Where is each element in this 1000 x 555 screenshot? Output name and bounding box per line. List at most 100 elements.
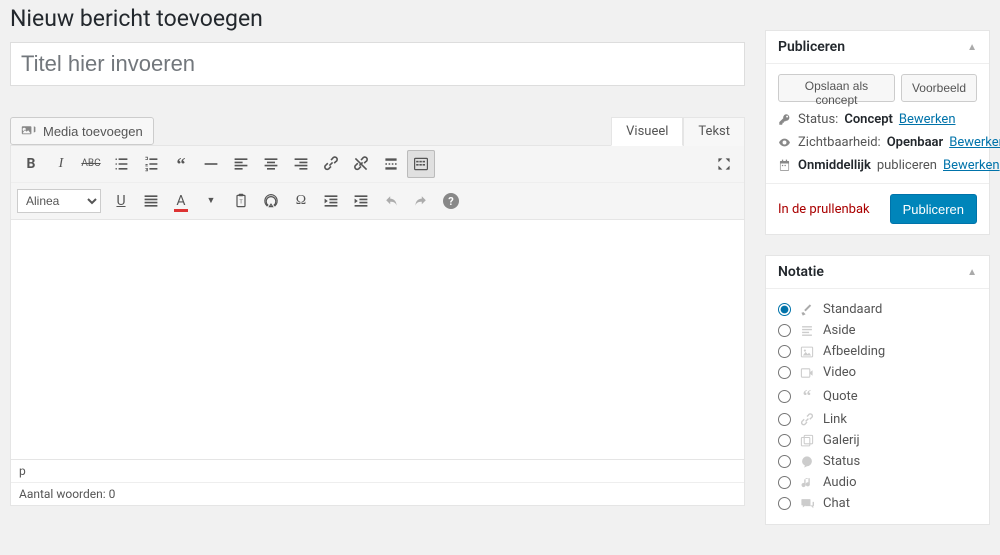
format-box-toggle[interactable]: Notatie ▲ <box>766 256 989 289</box>
edit-status-link[interactable]: Bewerken <box>899 112 956 127</box>
tab-visual[interactable]: Visueel <box>611 117 683 146</box>
format-radio-aside[interactable] <box>778 324 791 337</box>
format-option-image[interactable]: Afbeelding <box>778 341 977 362</box>
standard-icon <box>799 303 815 317</box>
format-radio-image[interactable] <box>778 345 791 358</box>
format-radio-gallery[interactable] <box>778 434 791 447</box>
format-radio-chat[interactable] <box>778 497 791 510</box>
key-icon <box>778 113 792 126</box>
schedule-rest: publiceren <box>877 158 937 173</box>
text-color-dropdown[interactable]: ▼ <box>197 187 225 215</box>
edit-schedule-link[interactable]: Bewerken <box>943 158 1000 173</box>
tab-text[interactable]: Tekst <box>683 117 745 146</box>
underline-button[interactable]: U <box>107 187 135 215</box>
element-path: p <box>11 460 744 483</box>
align-justify-button[interactable] <box>137 187 165 215</box>
format-box-title: Notatie <box>778 264 824 280</box>
publish-button[interactable]: Publiceren <box>890 194 977 224</box>
format-label: Video <box>823 365 856 380</box>
publish-box-title: Publiceren <box>778 39 845 55</box>
strikethrough-button[interactable]: ABC <box>77 150 105 178</box>
read-more-button[interactable] <box>377 150 405 178</box>
format-label: Audio <box>823 475 856 490</box>
move-to-trash-link[interactable]: In de prullenbak <box>778 202 870 217</box>
save-draft-button[interactable]: Opslaan als concept <box>778 74 895 102</box>
quote-icon: “ <box>799 386 815 406</box>
add-media-button[interactable]: Media toevoegen <box>10 117 154 145</box>
toolbar-toggle-button[interactable] <box>407 150 435 178</box>
status-value: Concept <box>844 112 893 127</box>
blockquote-button[interactable]: “ <box>167 150 195 178</box>
format-radio-link[interactable] <box>778 413 791 426</box>
post-title-input[interactable] <box>10 42 745 86</box>
camera-music-icon <box>21 123 37 139</box>
align-center-button[interactable] <box>257 150 285 178</box>
audio-icon <box>799 476 815 490</box>
format-label: Galerij <box>823 433 860 448</box>
numbered-list-button[interactable] <box>137 150 165 178</box>
page-title: Nieuw bericht toevoegen <box>10 0 745 42</box>
format-radio-standard[interactable] <box>778 303 791 316</box>
format-option-quote[interactable]: “ Quote <box>778 383 977 409</box>
publish-box: Publiceren ▲ Opslaan als concept Voorbee… <box>765 30 990 235</box>
help-button[interactable]: ? <box>437 187 465 215</box>
editor-content-area[interactable] <box>10 220 745 460</box>
image-icon <box>799 345 815 359</box>
hr-button[interactable] <box>197 150 225 178</box>
clear-formatting-button[interactable] <box>257 187 285 215</box>
add-media-label: Media toevoegen <box>43 124 143 139</box>
format-box: Notatie ▲ Standaard Aside Afbeelding Video “… <box>765 255 990 525</box>
aside-icon <box>799 324 815 338</box>
format-option-chat[interactable]: Chat <box>778 493 977 514</box>
svg-text:T: T <box>239 199 243 205</box>
format-option-aside[interactable]: Aside <box>778 320 977 341</box>
edit-visibility-link[interactable]: Bewerken <box>949 135 1000 150</box>
format-option-gallery[interactable]: Galerij <box>778 430 977 451</box>
triangle-up-icon: ▲ <box>967 267 977 278</box>
special-char-button[interactable]: Ω <box>287 187 315 215</box>
paragraph-format-select[interactable]: Alinea <box>17 189 101 213</box>
undo-button[interactable] <box>377 187 405 215</box>
unlink-button[interactable] <box>347 150 375 178</box>
text-color-button[interactable]: A <box>167 187 195 215</box>
format-option-status[interactable]: Status <box>778 451 977 472</box>
bold-button[interactable]: B <box>17 150 45 178</box>
redo-button[interactable] <box>407 187 435 215</box>
publish-box-toggle[interactable]: Publiceren ▲ <box>766 31 989 64</box>
format-label: Afbeelding <box>823 344 885 359</box>
link-icon <box>799 413 815 427</box>
format-option-audio[interactable]: Audio <box>778 472 977 493</box>
format-radio-status[interactable] <box>778 455 791 468</box>
status-icon <box>799 455 815 469</box>
fullscreen-button[interactable] <box>710 150 738 178</box>
bullet-list-button[interactable] <box>107 150 135 178</box>
word-count: Aantal woorden: 0 <box>11 483 744 505</box>
chat-icon <box>799 497 815 511</box>
format-option-video[interactable]: Video <box>778 362 977 383</box>
visibility-label: Zichtbaarheid: <box>798 135 881 150</box>
preview-button[interactable]: Voorbeeld <box>901 74 977 102</box>
format-option-link[interactable]: Link <box>778 409 977 430</box>
paste-text-button[interactable]: T <box>227 187 255 215</box>
format-option-standard[interactable]: Standaard <box>778 299 977 320</box>
video-icon <box>799 366 815 380</box>
eye-icon <box>778 136 792 149</box>
format-label: Status <box>823 454 860 469</box>
format-radio-quote[interactable] <box>778 390 791 403</box>
format-label: Quote <box>823 389 858 404</box>
outdent-button[interactable] <box>317 187 345 215</box>
link-button[interactable] <box>317 150 345 178</box>
schedule-immediate: Onmiddellijk <box>798 158 871 173</box>
triangle-up-icon: ▲ <box>967 42 977 53</box>
indent-button[interactable] <box>347 187 375 215</box>
format-radio-audio[interactable] <box>778 476 791 489</box>
align-left-button[interactable] <box>227 150 255 178</box>
status-label: Status: <box>798 112 838 127</box>
calendar-icon <box>778 159 792 172</box>
align-right-button[interactable] <box>287 150 315 178</box>
visibility-value: Openbaar <box>887 135 944 150</box>
gallery-icon <box>799 434 815 448</box>
format-radio-video[interactable] <box>778 366 791 379</box>
italic-button[interactable]: I <box>47 150 75 178</box>
format-label: Standaard <box>823 302 882 317</box>
